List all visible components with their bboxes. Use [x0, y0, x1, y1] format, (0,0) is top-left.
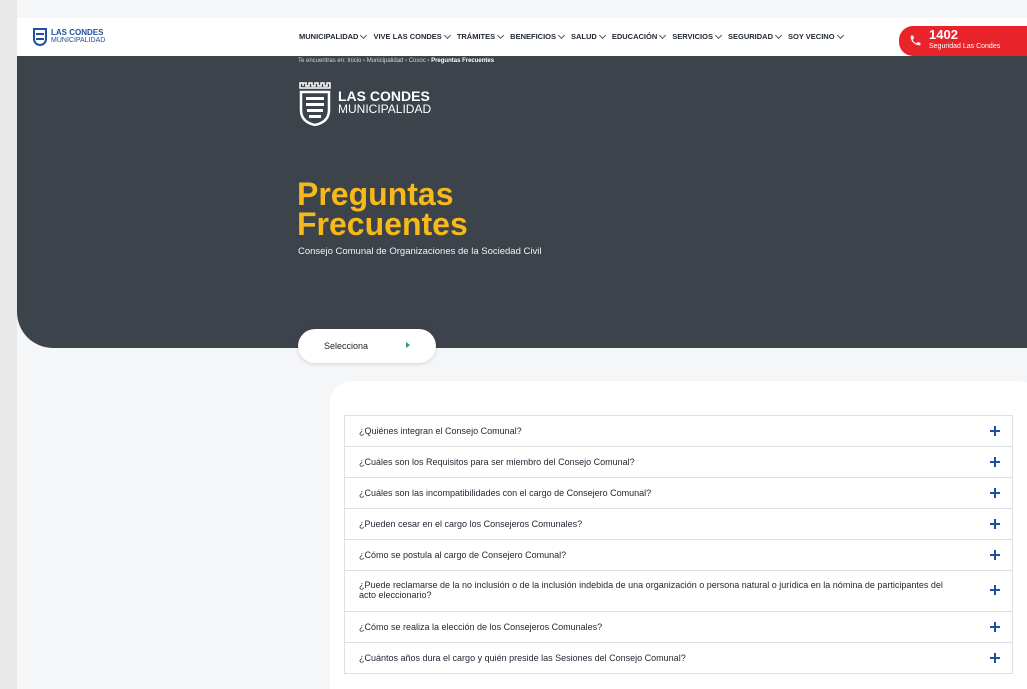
faq-item[interactable]: ¿Cómo se postula al cargo de Consejero C…	[344, 540, 1013, 571]
breadcrumb-current: Preguntas Frecuentes	[431, 58, 495, 64]
emergency-number: 1402	[929, 27, 958, 42]
section-select-dropdown[interactable]: Selecciona	[298, 329, 436, 363]
site-logo[interactable]: LAS CONDES MUNICIPALIDAD	[33, 28, 105, 46]
faq-item[interactable]: ¿Pueden cesar en el cargo los Consejeros…	[344, 509, 1013, 540]
page-title: Preguntas Frecuentes	[297, 176, 468, 242]
plus-icon[interactable]	[990, 488, 1000, 498]
plus-icon[interactable]	[990, 585, 1000, 595]
site-header: LAS CONDES MUNICIPALIDAD MUNICIPALIDAD V…	[17, 18, 1027, 56]
chevron-down-icon	[443, 31, 451, 39]
plus-icon[interactable]	[990, 426, 1000, 436]
chevron-down-icon	[497, 31, 505, 39]
nav-item-soy-vecino[interactable]: SOY VECINO	[788, 31, 844, 41]
chevron-down-icon	[598, 31, 606, 39]
chevron-down-icon	[659, 31, 667, 39]
plus-icon[interactable]	[990, 550, 1000, 560]
plus-icon[interactable]	[990, 622, 1000, 632]
faq-question: ¿Puede reclamarse de la no inclusión o d…	[359, 580, 943, 600]
logo-sub: MUNICIPALIDAD	[51, 37, 106, 44]
faq-question: ¿Cómo se postula al cargo de Consejero C…	[359, 550, 567, 560]
chevron-down-icon	[714, 31, 723, 39]
page: LAS CONDES MUNICIPALIDAD MUNICIPALIDAD V…	[17, 0, 1027, 689]
hero-logo: LAS CONDES MUNICIPALIDAD	[298, 80, 431, 126]
faq-item[interactable]: ¿Cuáles son los Requisitos para ser miem…	[344, 447, 1013, 478]
select-label: Selecciona	[324, 341, 369, 351]
faq-item[interactable]: ¿Cuáles son las incompatibilidades con e…	[344, 478, 1013, 509]
shield-icon	[33, 28, 47, 46]
faq-item[interactable]: ¿Quiénes integran el Consejo Comunal?	[344, 416, 1013, 447]
page-subtitle: Consejo Comunal de Organizaciones de la …	[298, 246, 542, 257]
emergency-phone-button[interactable]: 1402 Seguridad Las Condes	[899, 26, 1027, 56]
nav-item-beneficios[interactable]: BENEFICIOS	[510, 31, 566, 41]
main-nav: MUNICIPALIDAD VIVE LAS CONDES TRÁMITES B…	[299, 31, 844, 41]
chevron-down-icon	[557, 31, 566, 39]
faq-question: ¿Cuáles son los Requisitos para ser miem…	[359, 457, 635, 467]
nav-item-servicios[interactable]: SERVICIOS	[672, 31, 723, 41]
nav-item-municipalidad[interactable]: MUNICIPALIDAD	[299, 31, 368, 41]
logo-name: LAS CONDES	[51, 28, 104, 37]
chevron-down-icon	[360, 31, 368, 39]
emergency-label: Seguridad Las Condes	[929, 43, 1001, 50]
faq-question: ¿Quiénes integran el Consejo Comunal?	[359, 426, 522, 436]
chevron-down-icon	[836, 31, 844, 39]
plus-icon[interactable]	[990, 519, 1000, 529]
faq-item[interactable]: ¿Cómo se realiza la elección de los Cons…	[344, 612, 1013, 643]
nav-item-tramites[interactable]: TRÁMITES	[457, 31, 505, 41]
hero-banner: Te encuentras en: Inicio › Municipalidad…	[17, 56, 1027, 348]
faq-question: ¿Cuántos años dura el cargo y quién pres…	[359, 653, 686, 663]
faq-item[interactable]: ¿Puede reclamarse de la no inclusión o d…	[344, 571, 1013, 612]
crest-icon	[299, 82, 331, 126]
faq-accordion: ¿Quiénes integran el Consejo Comunal? ¿C…	[344, 415, 1013, 674]
faq-question: ¿Cómo se realiza la elección de los Cons…	[359, 622, 603, 632]
faq-question: ¿Pueden cesar en el cargo los Consejeros…	[359, 519, 583, 529]
breadcrumb: Te encuentras en: Inicio › Municipalidad…	[298, 58, 494, 64]
phone-icon	[910, 35, 921, 46]
nav-item-educacion[interactable]: EDUCACIÓN	[612, 31, 667, 41]
nav-item-salud[interactable]: SALUD	[571, 31, 606, 41]
chevron-right-icon	[406, 342, 410, 348]
faq-item[interactable]: ¿Cuántos años dura el cargo y quién pres…	[344, 643, 1013, 674]
nav-item-seguridad[interactable]: SEGURIDAD	[728, 31, 783, 41]
faq-question: ¿Cuáles son las incompatibilidades con e…	[359, 488, 652, 498]
chevron-down-icon	[774, 31, 783, 39]
nav-item-vive-las-condes[interactable]: VIVE LAS CONDES	[373, 31, 451, 41]
breadcrumb-path[interactable]: Te encuentras en: Inicio › Municipalidad…	[298, 58, 431, 64]
hero-logo-sub: MUNICIPALIDAD	[338, 102, 432, 116]
plus-icon[interactable]	[990, 653, 1000, 663]
plus-icon[interactable]	[990, 457, 1000, 467]
